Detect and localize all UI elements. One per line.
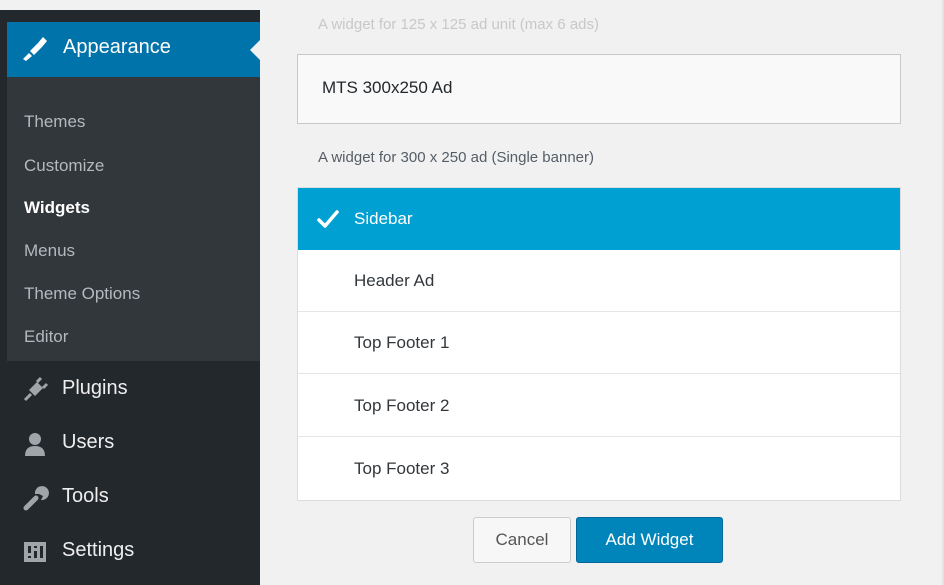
menu-settings-label: Settings: [62, 539, 135, 561]
menu-tools[interactable]: Tools: [7, 478, 260, 518]
area-header-ad-label: Header Ad: [354, 271, 435, 290]
menu-appearance-label: Appearance: [63, 36, 171, 58]
widget-title: MTS 300x250 Ad: [322, 78, 453, 97]
add-widget-button[interactable]: Add Widget: [576, 517, 723, 563]
area-header-ad[interactable]: Header Ad: [298, 250, 900, 312]
current-menu-arrow: [250, 40, 260, 60]
plug-icon: [23, 376, 49, 402]
paintbrush-icon: [23, 37, 47, 61]
area-sidebar[interactable]: Sidebar: [298, 188, 900, 250]
wrench-icon: [23, 486, 49, 511]
submenu-widgets[interactable]: Widgets: [24, 198, 90, 218]
area-top-footer-1-label: Top Footer 1: [354, 333, 450, 352]
menu-tools-label: Tools: [62, 485, 109, 507]
menu-appearance[interactable]: Appearance: [7, 22, 260, 77]
menu-users-label: Users: [62, 431, 115, 453]
menu-plugins-label: Plugins: [62, 377, 128, 399]
widget-description: A widget for 300 x 250 ad (Single banner…: [318, 149, 595, 166]
sliders-icon: [24, 542, 46, 562]
widget-area-chooser: Sidebar Header Ad Top Footer 1 Top Foote…: [297, 187, 901, 501]
previous-widget-description: A widget for 125 x 125 ad unit (max 6 ad…: [318, 16, 599, 33]
submenu-editor[interactable]: Editor: [24, 327, 68, 347]
area-top-footer-1[interactable]: Top Footer 1: [298, 312, 900, 374]
submenu-theme-options[interactable]: Theme Options: [24, 284, 140, 304]
submenu-themes[interactable]: Themes: [24, 112, 85, 132]
appearance-submenu: Themes Customize Widgets Menus Theme Opt…: [7, 77, 260, 361]
menu-users[interactable]: Users: [7, 424, 260, 464]
admin-sidebar: Appearance Themes Customize Widgets Menu…: [0, 10, 260, 585]
selected-widget-header[interactable]: MTS 300x250 Ad: [297, 54, 901, 124]
area-top-footer-2-label: Top Footer 2: [354, 396, 450, 415]
area-top-footer-3-label: Top Footer 3: [354, 459, 450, 478]
submenu-customize[interactable]: Customize: [24, 156, 104, 176]
checkmark-icon: [317, 210, 339, 228]
user-icon: [25, 433, 45, 456]
area-top-footer-2[interactable]: Top Footer 2: [298, 375, 900, 437]
area-top-footer-3[interactable]: Top Footer 3: [298, 438, 900, 500]
submenu-menus[interactable]: Menus: [24, 241, 75, 261]
menu-settings[interactable]: Settings: [7, 532, 260, 572]
top-strip: [0, 0, 944, 10]
area-sidebar-label: Sidebar: [354, 209, 413, 228]
cancel-button[interactable]: Cancel: [473, 517, 571, 563]
menu-plugins[interactable]: Plugins: [7, 370, 260, 410]
